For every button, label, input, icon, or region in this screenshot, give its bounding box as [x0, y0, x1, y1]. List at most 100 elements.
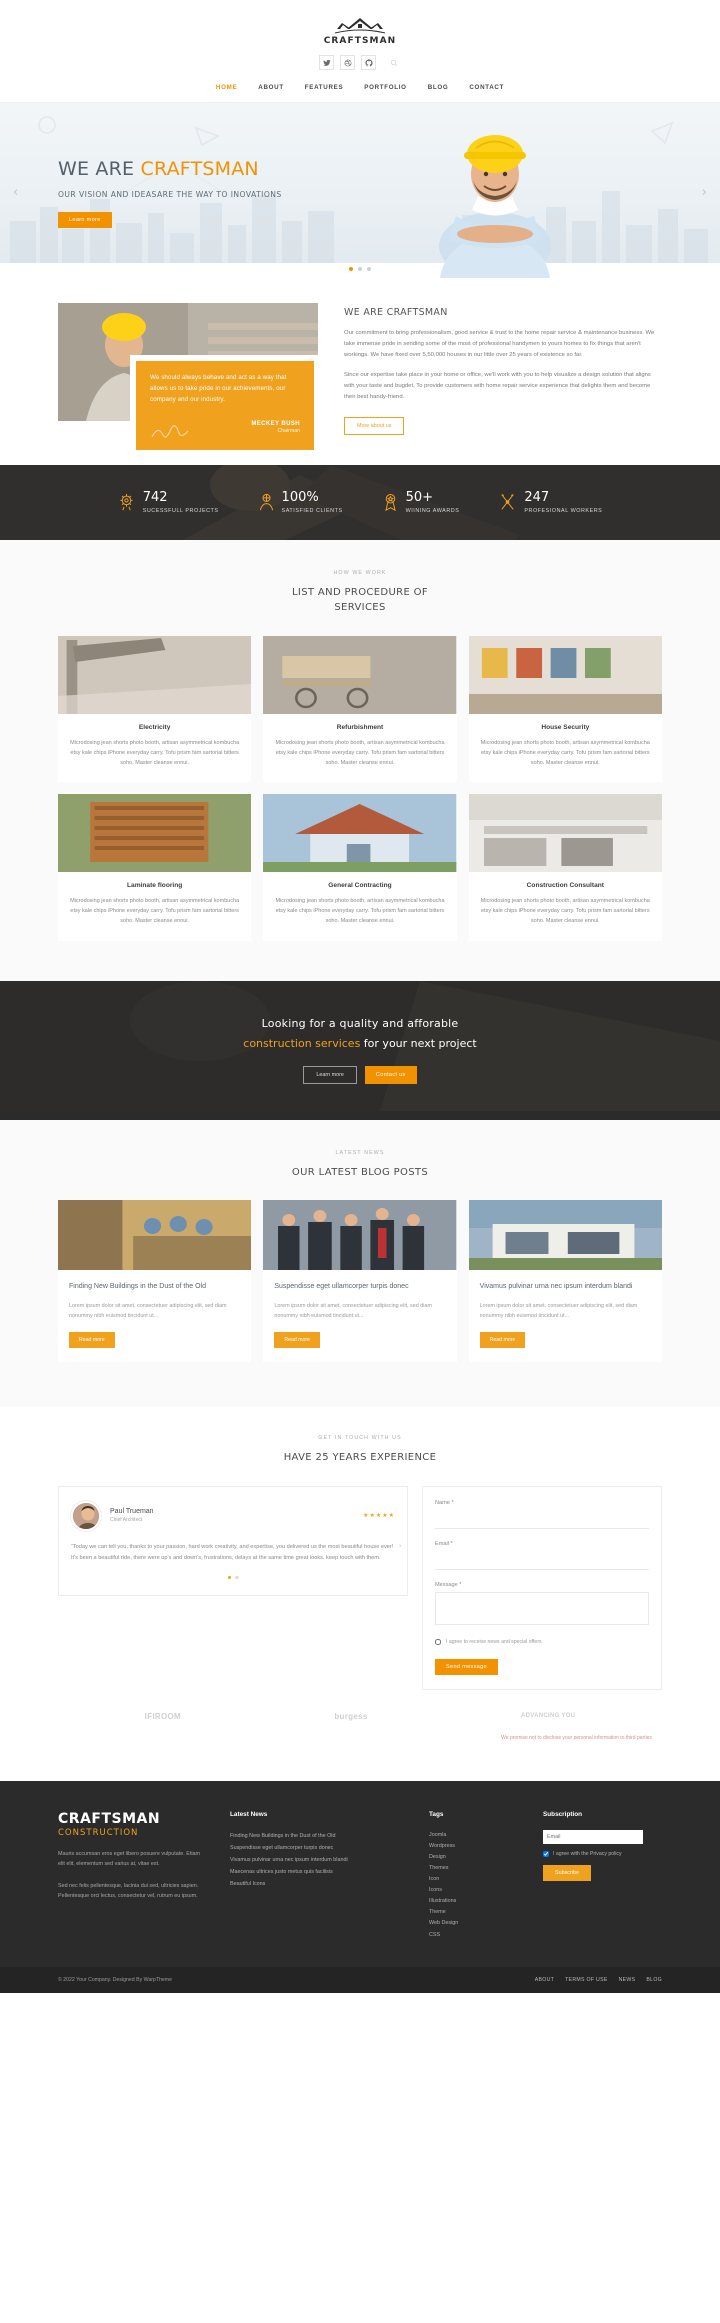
nav-item-blog[interactable]: BLOG [428, 84, 449, 91]
testimonial-next-arrow[interactable]: › [399, 1541, 402, 1550]
nav-item-home[interactable]: HOME [216, 84, 237, 91]
service-title: Construction Consultant [526, 882, 604, 890]
blog-read-more-button[interactable]: Read more [69, 1332, 115, 1349]
service-card[interactable]: Construction Consultant Microdosing jean… [468, 794, 662, 941]
blog-card[interactable]: Suspendisse eget ullamcorper turpis done… [263, 1200, 457, 1363]
email-input[interactable] [435, 1556, 649, 1570]
dribbble-icon[interactable] [340, 55, 355, 70]
brand-logo-3: ADVANCING YOU [520, 1713, 576, 1720]
footer-link-blog[interactable]: BLOG [646, 1977, 662, 1983]
search-icon[interactable] [386, 55, 401, 70]
service-card[interactable]: Laminate flooring Microdosing jean short… [58, 794, 252, 941]
footer-tag[interactable]: Themes [429, 1863, 519, 1874]
service-body: Construction Consultant Microdosing jean… [469, 872, 662, 941]
gear-icon [120, 494, 133, 511]
footer-news-link[interactable]: Suspendisse eget ullamcorper turpis done… [230, 1842, 405, 1854]
consent-checkbox[interactable] [435, 1638, 441, 1645]
twitter-icon[interactable] [319, 55, 334, 70]
footer-tag[interactable]: Illustrations [429, 1896, 519, 1907]
footer-tag[interactable]: Theme [429, 1907, 519, 1918]
blog-post-title: Finding New Buildings in the Dust of the… [69, 1283, 206, 1291]
footer-news-link[interactable]: Beautiful Icons [230, 1878, 405, 1890]
subscribe-button[interactable]: Subscribe [543, 1864, 591, 1881]
service-description: Microdosing jean shorts photo booth, art… [480, 739, 650, 766]
stat-item: 100% SATISFIED CLIENTS [259, 491, 343, 514]
blog-image [58, 1200, 252, 1271]
hero-dot-1[interactable] [349, 267, 353, 271]
brand-logo-2: burgess [334, 1711, 368, 1721]
service-card[interactable]: Refurbishment Microdosing jean shorts ph… [263, 635, 457, 783]
cta-learn-more-button[interactable]: Learn more [303, 1065, 357, 1084]
service-card[interactable]: Electricity Microdosing jean shorts phot… [58, 635, 252, 783]
services-title: LIST AND PROCEDURE OF SERVICES [58, 585, 662, 616]
footer-bottom-links: ABOUT TERMS OF USE NEWS BLOG [535, 1977, 662, 1983]
consent-label: I agree to receive news and special offe… [446, 1638, 542, 1645]
blog-body: Suspendisse eget ullamcorper turpis done… [263, 1270, 456, 1362]
blog-read-more-button[interactable]: Read more [479, 1332, 526, 1349]
blog-post-title: Vivamus pulvinar urna nec ipsum interdum… [479, 1283, 633, 1291]
hero-prev-arrow[interactable]: ‹ [13, 185, 18, 200]
footer-logo: CRAFTSMAN [58, 1810, 161, 1827]
stat-label: SATISFIED CLIENTS [281, 507, 343, 514]
signature-icon [151, 424, 189, 438]
nav-item-portfolio[interactable]: PORTFOLIO [364, 84, 406, 91]
stat-label: PROFESIONAL WORKERS [524, 507, 603, 514]
social-links [0, 55, 720, 70]
service-body: Refurbishment Microdosing jean shorts ph… [263, 714, 456, 783]
footer-tag[interactable]: Icon [429, 1874, 519, 1885]
blog-section: LATEST NEWS OUR LATEST BLOG POSTS Findin… [0, 1119, 720, 1408]
copyright-text: © 2022 Your Company. Designed By WarpThe… [58, 1976, 172, 1983]
landing-page: CRAFTSMAN HOME ABOUT FEATURES PORTFOLIO … [0, 0, 720, 1993]
stats-section: 742 SUCESSFULL PROJECTS 100% SATISFIED C… [0, 464, 720, 540]
footer-tag[interactable]: Joomla [429, 1830, 519, 1841]
footer-tag[interactable]: Wordpress [429, 1841, 519, 1852]
footer-tag[interactable]: Web Design [429, 1918, 519, 1929]
stat-value: 50+ [405, 489, 434, 505]
hero-next-arrow[interactable]: › [702, 185, 707, 200]
footer-link-news[interactable]: NEWS [619, 1977, 636, 1983]
service-title: Electricity [138, 723, 171, 731]
footer-grid: CRAFTSMAN CONSTRUCTION Mauris accumsan e… [58, 1811, 662, 1941]
service-card[interactable]: General Contracting Microdosing jean sho… [263, 794, 457, 941]
footer-link-terms[interactable]: TERMS OF USE [565, 1977, 608, 1983]
contact-section: GET IN TOUCH WITH US HAVE 25 YEARS EXPER… [0, 1407, 720, 1781]
message-textarea[interactable] [435, 1591, 649, 1625]
footer-tag[interactable]: Icons [429, 1885, 519, 1896]
blog-card[interactable]: Finding New Buildings in the Dust of the… [58, 1200, 252, 1363]
hero-learn-more-button[interactable]: Learn more [58, 212, 112, 228]
nav-item-about[interactable]: ABOUT [258, 84, 284, 91]
testimonial-dot-1[interactable] [227, 1575, 231, 1580]
subscription-consent-row: I agree with the Privacy policy [543, 1850, 662, 1857]
service-card[interactable]: House Security Microdosing jean shorts p… [468, 635, 662, 783]
footer-tag[interactable]: CSS [429, 1930, 519, 1941]
send-message-button[interactable]: Send message [435, 1658, 498, 1675]
logo[interactable]: CRAFTSMAN [0, 8, 720, 46]
cta-line-2: construction services for your next proj… [0, 1037, 720, 1050]
footer-link-about[interactable]: ABOUT [535, 1977, 554, 1983]
hero-dot-3[interactable] [367, 267, 371, 271]
subscription-consent-checkbox[interactable] [543, 1850, 549, 1857]
footer-news-link[interactable]: Vivamus pulvinar urna nec ipsum interdum… [230, 1854, 405, 1866]
cta-contact-button[interactable]: Contact us [364, 1065, 417, 1084]
nav-item-contact[interactable]: CONTACT [469, 84, 504, 91]
blog-body: Finding New Buildings in the Dust of the… [58, 1270, 251, 1362]
cta-banner: Looking for a quality and afforable cons… [0, 980, 720, 1120]
testimonial-dot-2[interactable] [235, 1575, 239, 1580]
about-more-button[interactable]: More about us [344, 416, 405, 435]
blog-post-excerpt: Lorem ipsum dolor sit amet, consectetuer… [274, 1302, 432, 1319]
blog-card[interactable]: Vivamus pulvinar urna nec ipsum interdum… [468, 1200, 662, 1363]
about-text: WE ARE CRAFTSMAN Our commitment to bring… [344, 303, 662, 435]
nav-item-features[interactable]: FEATURES [305, 84, 344, 91]
hero-dot-2[interactable] [358, 267, 362, 271]
blog-read-more-button[interactable]: Read more [274, 1332, 320, 1349]
footer-news-link[interactable]: Maecenas ultrices justo metus quis facil… [230, 1866, 405, 1878]
github-icon[interactable] [361, 55, 376, 70]
blog-grid: Finding New Buildings in the Dust of the… [58, 1200, 662, 1363]
avatar [71, 1500, 101, 1531]
blog-image [263, 1200, 457, 1271]
footer-news-link[interactable]: Finding New Buildings in the Dust of the… [230, 1830, 405, 1842]
name-input[interactable] [435, 1515, 649, 1529]
stat-label: WIINING AWARDS [405, 507, 460, 514]
subscription-email-input[interactable] [543, 1829, 643, 1844]
footer-tag[interactable]: Design [429, 1852, 519, 1863]
